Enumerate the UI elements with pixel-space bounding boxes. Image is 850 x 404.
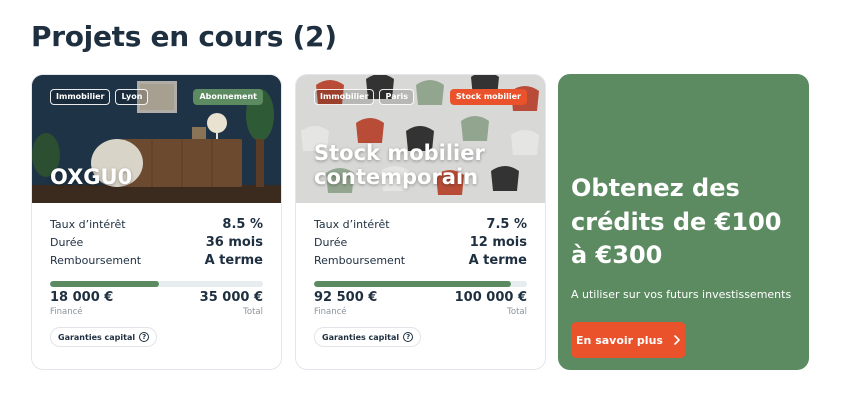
total-amount: 100 000 € [454,290,527,305]
guarantee-label: Garanties capital [322,332,400,342]
promo-card: Obtenez des crédits de €100 à €300 A uti… [558,74,809,370]
funding-progress-bar [50,281,263,287]
duration-row: Durée 36 mois [50,235,263,253]
funded-amount: 18 000 € [50,290,114,305]
total-amount: 35 000 € [199,290,263,305]
guarantee-chip[interactable]: Garanties capital ? [50,327,158,347]
learn-more-label: En savoir plus [576,333,663,347]
tag-list: Immobilier Paris [314,89,414,105]
project-image: Immobilier Paris Stock mobilier Stock mo… [296,75,545,203]
funded-amount: 92 500 € [314,290,378,305]
tag-city: Paris [379,89,414,105]
duration-value: 36 mois [205,235,263,250]
funding-labels: Financé Total [50,307,263,317]
promo-title: Obtenez des crédits de €100 à €300 [571,174,782,270]
project-image: Immobilier Lyon Abonnement OXGU0 [32,75,281,203]
funding-progress-bar [314,281,527,287]
repayment-label: Remboursement [314,254,406,267]
repayment-value: A terme [204,253,263,268]
duration-row: Durée 12 mois [314,235,527,253]
duration-label: Durée [314,236,348,249]
repayment-value: A terme [468,253,527,268]
tag-category: Immobilier [314,89,375,105]
funding-labels: Financé Total [314,307,527,317]
tag-category: Immobilier [50,89,111,105]
funded-label: Financé [50,307,83,317]
question-icon[interactable]: ? [139,332,150,342]
question-icon[interactable]: ? [403,332,414,342]
project-name-line2: contemporain [314,164,479,189]
total-label: Total [507,307,527,317]
project-name: OXGU0 [50,164,133,189]
total-label: Total [243,307,263,317]
funding-amounts: 92 500 € 100 000 € [314,290,527,305]
rate-value: 8.5 % [222,217,263,232]
funding-progress-fill [50,281,160,287]
project-name-line1: Stock mobilier [314,140,485,165]
funded-label: Financé [314,307,347,317]
funding-progress-fill [314,281,512,287]
status-badge: Stock mobilier [449,89,527,105]
repayment-label: Remboursement [50,254,142,267]
rate-value: 7.5 % [486,217,527,232]
duration-label: Durée [50,236,84,249]
project-card-stock-mobilier[interactable]: Immobilier Paris Stock mobilier Stock mo… [295,74,546,370]
duration-value: 12 mois [469,235,527,250]
tag-list: Immobilier Lyon [50,89,149,105]
repayment-row: Remboursement A terme [314,253,527,271]
rate-row: Taux d’intérêt 8.5 % [50,217,263,235]
rate-label: Taux d’intérêt [50,218,126,231]
guarantee-chip[interactable]: Garanties capital ? [314,327,422,347]
repayment-row: Remboursement A terme [50,253,263,271]
page-title: Projets en cours (2) [31,20,337,53]
project-name: Stock mobilier contemporain [314,141,485,189]
rate-label: Taux d’intérêt [314,218,390,231]
guarantee-label: Garanties capital [58,332,136,342]
funding-amounts: 18 000 € 35 000 € [50,290,263,305]
chevron-right-icon [674,335,680,345]
tag-city: Lyon [115,89,149,105]
rate-row: Taux d’intérêt 7.5 % [314,217,527,235]
project-stats: Taux d’intérêt 8.5 % Durée 36 mois Rembo… [32,203,281,271]
status-badge: Abonnement [193,89,263,105]
learn-more-button[interactable]: En savoir plus [571,322,686,358]
promo-subtitle: A utiliser sur vos futurs investissement… [571,288,792,301]
project-card-oxgu0[interactable]: Immobilier Lyon Abonnement OXGU0 Taux d’… [31,74,282,370]
project-stats: Taux d’intérêt 7.5 % Durée 12 mois Rembo… [296,203,545,271]
